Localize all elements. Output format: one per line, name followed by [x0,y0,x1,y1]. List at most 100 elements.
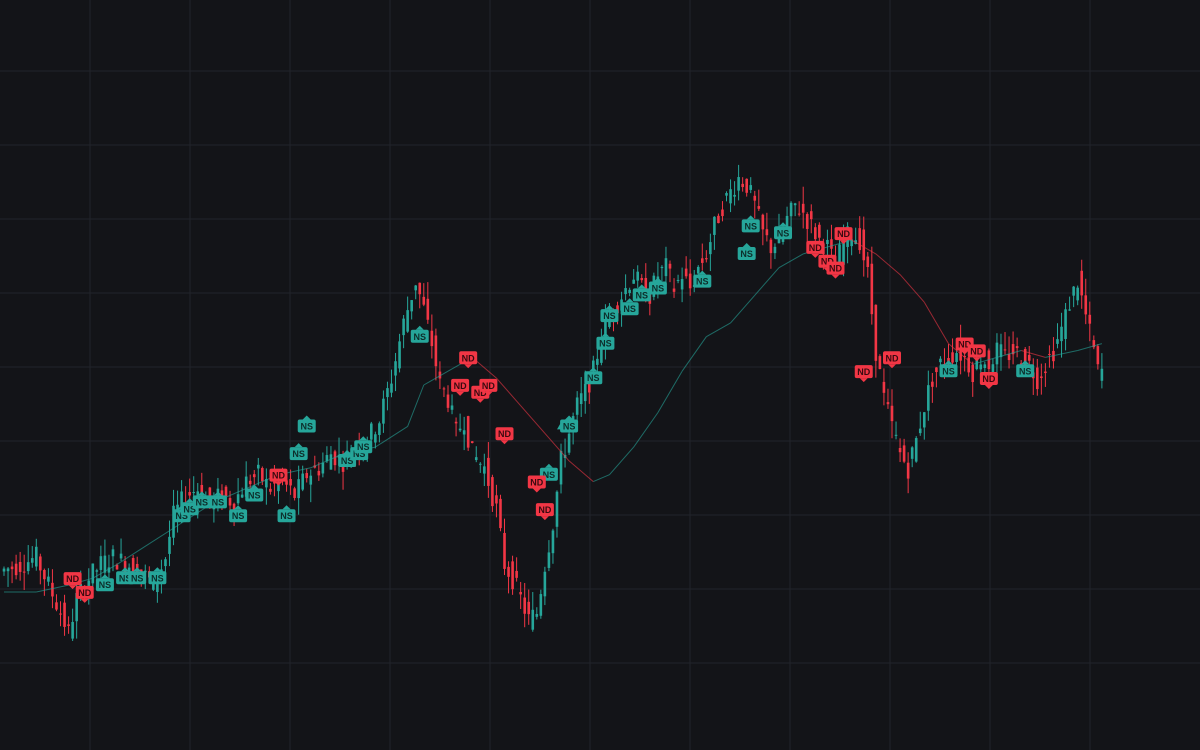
candle-body [51,582,54,597]
candle-body [414,285,418,291]
candle-body [725,193,728,196]
ns-tag-label: NS [292,449,305,459]
nd-tag-label: ND [272,471,285,481]
candle-body [1076,287,1079,301]
ns-tag-pointer [359,436,368,441]
candle-body [519,591,522,595]
ns-tag-label: NS [232,511,245,521]
moving-average-segment [520,405,546,434]
ns-tag-label: NS [413,332,426,342]
candle-body [394,361,397,376]
ns-tag-pointer [282,505,291,510]
candle-body [192,492,196,494]
ns-tag-pointer [589,367,598,372]
candle-body [99,556,103,570]
candle-body [579,393,583,405]
candle-body [733,194,736,197]
candle-body [168,536,171,554]
candle-body [164,559,167,567]
candle-body [684,268,688,277]
nd-tag-label: ND [809,243,822,253]
candle-body [539,594,543,616]
nd-tag-label: ND [857,367,870,377]
moving-average-segment [706,322,731,338]
candle-body [878,356,882,370]
candle-body [1080,270,1084,296]
ns-tag-label: NS [300,422,313,432]
candle-body [499,498,502,529]
candle-body [1100,368,1104,381]
candle-body [1068,309,1071,311]
candle-body [773,246,777,254]
candle-body [495,495,498,504]
candle-body [386,388,389,398]
nd-tag-pointer [859,378,868,383]
candle-body [628,289,631,293]
moving-average-segment [899,274,925,303]
ns-tag-label: NS [942,366,955,376]
ns-tag-pointer [415,325,424,330]
candle-body [91,563,95,584]
candle-body [224,486,228,497]
candle-body [261,468,264,482]
ns-tag-label: NS [587,373,600,383]
candle-body [995,342,999,365]
candle-body [721,209,724,217]
candle-body [797,213,801,215]
candle-body [1048,353,1051,355]
candle-body [555,491,559,527]
candle-body [458,428,462,431]
candle-body [624,288,627,295]
nd-tag-label: ND [530,478,543,488]
candle-body [583,383,587,402]
candle-body [26,562,30,572]
candle-body [1036,367,1039,390]
candle-body [450,405,454,410]
candle-body [503,532,506,569]
candle-body [491,477,494,507]
candle-body [789,202,793,217]
moving-average-segment [407,384,425,427]
nd-tag-label: ND [982,374,995,384]
candle-body [664,258,668,277]
candle-body [474,457,478,461]
candle-body [886,402,890,405]
moving-average-segment [730,294,756,324]
ns-tag-label: NS [151,573,164,583]
candle-body [67,624,70,626]
candle-body [1096,346,1100,365]
candle-body [378,423,381,435]
ns-tag-pointer [746,215,755,220]
nd-tag-label: ND [498,429,511,439]
candle-body [39,556,42,571]
ns-tag-pointer [294,443,303,448]
ns-tag-label: NS [196,497,209,507]
candle-body [882,381,886,393]
candle-body [442,388,446,390]
candle-body [559,450,563,485]
candle-body [910,447,914,459]
candle-body [939,358,942,363]
candle-body [14,563,18,576]
moving-average-segment [609,446,635,476]
candle-body [676,279,680,281]
nd-tag-label: ND [454,381,467,391]
moving-average-segment [923,301,949,344]
candle-body [1060,326,1063,342]
nd-tag-label: ND [66,574,79,584]
moving-average-segment [754,267,780,296]
candle-body [826,239,829,245]
candle-body [547,552,551,568]
ns-tag-label: NS [652,284,665,294]
candle-body [487,457,490,486]
candle-body [1044,371,1047,374]
nd-tag-pointer [500,440,509,445]
candle-body [866,256,870,268]
candle-body [289,478,292,486]
candle-body [418,282,422,295]
candle-body [374,434,377,443]
candle-body [1015,346,1019,349]
candle-body [63,602,66,627]
candle-body [890,405,894,422]
candle-body [898,448,902,453]
